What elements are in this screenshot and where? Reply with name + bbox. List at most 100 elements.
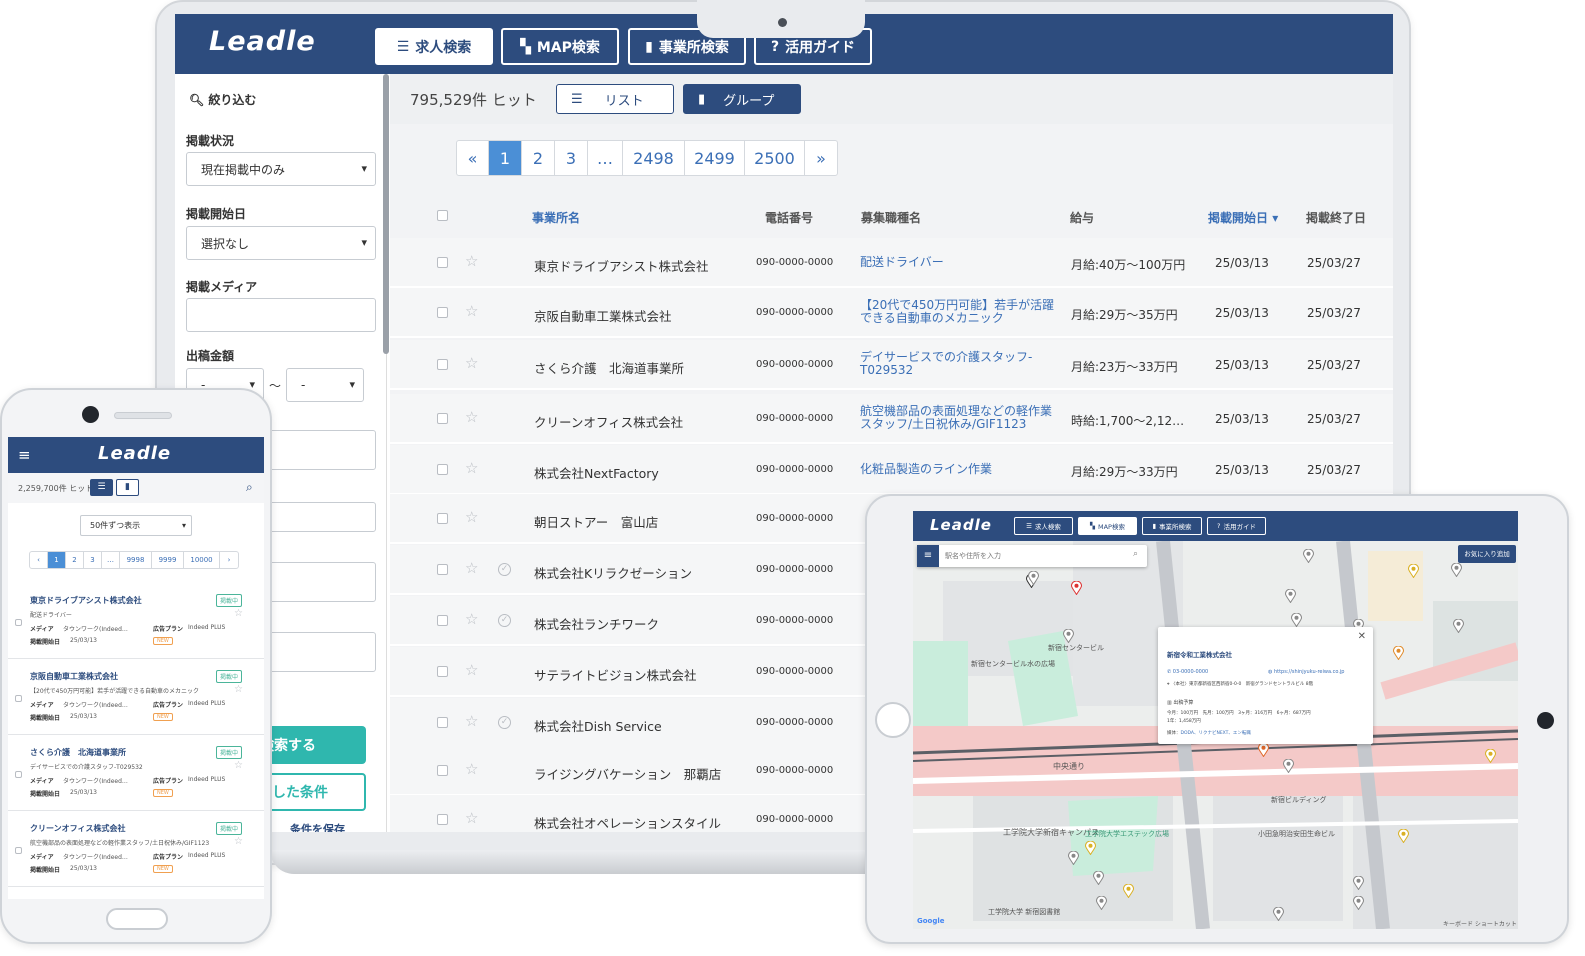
map-pin-icon[interactable] <box>1093 871 1104 885</box>
row-company[interactable]: 京阪自動車工業株式会社 <box>534 306 672 325</box>
media-input[interactable] <box>186 298 376 332</box>
table-row[interactable]: ☆ 東京ドライブアシスト株式会社 090-0000-0000 配送ドライバー 月給… <box>390 238 1393 288</box>
tablet-nav-guide[interactable]: ? 活用ガイド <box>1207 517 1266 535</box>
per-page-select[interactable]: 50件ずつ表示 ▾ <box>80 515 192 536</box>
row-company[interactable]: 株式会社Kリラクゼーション <box>534 563 692 582</box>
row-company[interactable]: クリーンオフィス株式会社 <box>534 412 683 431</box>
map-pin-icon[interactable] <box>1353 896 1364 910</box>
star-icon[interactable]: ☆ <box>465 760 478 778</box>
row-job-title[interactable]: 配送ドライバー <box>860 256 1060 269</box>
card-checkbox[interactable] <box>15 771 22 778</box>
card-checkbox[interactable] <box>15 619 22 626</box>
card-company[interactable]: 東京ドライブアシスト株式会社 <box>30 595 142 606</box>
page-10000[interactable]: 10000 <box>184 552 220 568</box>
map-pin-icon[interactable] <box>1285 589 1296 603</box>
page-2500[interactable]: 2500 <box>745 141 805 175</box>
page-2498[interactable]: 2498 <box>623 141 685 175</box>
row-checkbox[interactable] <box>437 615 448 626</box>
page-next[interactable]: » <box>805 141 837 175</box>
star-icon[interactable]: ☆ <box>234 836 243 847</box>
row-company[interactable]: サテライトビジョン株式会社 <box>534 665 697 684</box>
job-card[interactable]: クリーンオフィス株式会社 掲載中 航空機部品の表面処理などの軽作業スタッフ/土日… <box>8 813 264 887</box>
check-circle-icon[interactable]: ✓ <box>498 563 511 576</box>
star-icon[interactable]: ☆ <box>465 559 478 577</box>
page-9999[interactable]: 9999 <box>152 552 184 568</box>
star-icon[interactable]: ☆ <box>234 684 243 695</box>
page-3[interactable]: 3 <box>555 141 588 175</box>
map-pin-icon[interactable] <box>1273 907 1284 921</box>
page-2[interactable]: 2 <box>66 552 84 568</box>
card-checkbox[interactable] <box>15 847 22 854</box>
row-checkbox[interactable] <box>437 359 448 370</box>
row-company[interactable]: 東京ドライブアシスト株式会社 <box>534 256 709 275</box>
star-icon[interactable]: ☆ <box>234 608 243 619</box>
job-card[interactable]: さくら介護 北海道事業所 掲載中 デイサービスでの介護スタッフ-T029532 … <box>8 737 264 811</box>
job-card[interactable]: 京阪自動車工業株式会社 掲載中 【20代で450万円可能】若手が活躍できる自動車… <box>8 661 264 735</box>
map-pin-icon[interactable] <box>1068 851 1079 865</box>
popup-company[interactable]: 新宿令和工業株式会社 <box>1167 649 1232 659</box>
check-circle-icon[interactable]: ✓ <box>498 716 511 729</box>
map-pin-icon[interactable] <box>1085 841 1096 855</box>
map-pin-icon[interactable] <box>1398 829 1409 843</box>
nav-map-search[interactable]: ▚ MAP検索 <box>501 28 619 65</box>
map-pin-icon[interactable] <box>1451 563 1462 577</box>
close-icon[interactable]: ✕ <box>1358 631 1366 642</box>
star-icon[interactable]: ☆ <box>465 354 478 372</box>
sidebar-scrollbar[interactable] <box>383 74 389 354</box>
page-next[interactable]: › <box>220 552 238 568</box>
row-checkbox[interactable] <box>437 307 448 318</box>
map-pin-icon[interactable] <box>1258 743 1269 757</box>
page-1[interactable]: 1 <box>48 552 66 568</box>
phone-home-button[interactable] <box>106 908 168 930</box>
map-pin-icon[interactable] <box>1028 571 1039 585</box>
start-date-select[interactable]: 選択なし ▾ <box>186 226 376 260</box>
row-job-title[interactable]: デイサービスでの介護スタッフ-T029532 <box>860 351 1060 377</box>
amount-max-select[interactable]: - ▾ <box>286 368 364 402</box>
tablet-nav-map-search[interactable]: ▚ MAP検索 <box>1078 517 1137 535</box>
table-row[interactable]: ☆ 京阪自動車工業株式会社 090-0000-0000 【20代で450万円可能】… <box>390 288 1393 338</box>
table-row[interactable]: ☆ クリーンオフィス株式会社 090-0000-0000 航空機部品の表面処理など… <box>390 394 1393 444</box>
card-company[interactable]: クリーンオフィス株式会社 <box>30 823 125 834</box>
map-pin-icon[interactable] <box>1393 646 1404 660</box>
row-company[interactable]: 朝日ストアー 富山店 <box>534 512 658 531</box>
save-conditions-link[interactable]: 条件を保存 <box>290 821 345 832</box>
map-pin-icon[interactable] <box>1485 749 1496 763</box>
row-checkbox[interactable] <box>437 717 448 728</box>
page-2499[interactable]: 2499 <box>685 141 745 175</box>
row-checkbox[interactable] <box>437 257 448 268</box>
table-row[interactable]: ☆ さくら介護 北海道事業所 090-0000-0000 デイサービスでの介護スタ… <box>390 340 1393 390</box>
map-pin-icon[interactable] <box>1063 629 1074 643</box>
col-start-date[interactable]: 掲載開始日 ▾ <box>1208 209 1278 226</box>
tablet-nav-office-search[interactable]: ▮ 事業所検索 <box>1142 517 1202 535</box>
star-icon[interactable]: ☆ <box>465 712 478 730</box>
page-1[interactable]: 1 <box>489 141 522 175</box>
row-job-title[interactable]: 【20代で450万円可能】若手が活躍できる自動車のメカニック <box>860 299 1060 325</box>
row-company[interactable]: 株式会社オペレーションスタイル <box>534 813 721 832</box>
status-select[interactable]: 現在掲載中のみ ▾ <box>186 152 376 186</box>
row-company[interactable]: ライジングバケーション 那覇店 <box>534 764 721 783</box>
row-company[interactable]: さくら介護 北海道事業所 <box>534 358 684 377</box>
row-job-title[interactable]: 航空機部品の表面処理などの軽作業スタッフ/土日祝休み/GIF1123 <box>860 405 1060 431</box>
star-icon[interactable]: ☆ <box>465 302 478 320</box>
nav-job-search[interactable]: ☰ 求人検索 <box>375 28 493 65</box>
row-checkbox[interactable] <box>437 765 448 776</box>
star-icon[interactable]: ☆ <box>465 252 478 270</box>
page-prev[interactable]: « <box>457 141 489 175</box>
tablet-nav-job-search[interactable]: ☰ 求人検索 <box>1014 517 1073 535</box>
mobile-group-view-button[interactable]: ▮ <box>116 479 139 496</box>
star-icon[interactable]: ☆ <box>465 610 478 628</box>
row-checkbox[interactable] <box>437 464 448 475</box>
col-company[interactable]: 事業所名 <box>532 209 580 226</box>
page-3[interactable]: 3 <box>84 552 102 568</box>
table-row[interactable]: ☆ 株式会社NextFactory 090-0000-0000 化粧品製造のライン… <box>390 445 1393 495</box>
map-pin-icon[interactable] <box>1123 884 1134 898</box>
map-pin-icon[interactable] <box>1283 759 1294 773</box>
page-prev[interactable]: ‹ <box>30 552 48 568</box>
star-icon[interactable]: ☆ <box>465 459 478 477</box>
tablet-home-button[interactable] <box>875 702 911 738</box>
card-company[interactable]: 京阪自動車工業株式会社 <box>30 671 118 682</box>
card-checkbox[interactable] <box>15 695 22 702</box>
row-company[interactable]: 株式会社ランチワーク <box>534 614 659 633</box>
popup-url[interactable]: ◍ https://shinjyuku-reiwa.co.jp <box>1268 669 1344 675</box>
page-2[interactable]: 2 <box>522 141 555 175</box>
